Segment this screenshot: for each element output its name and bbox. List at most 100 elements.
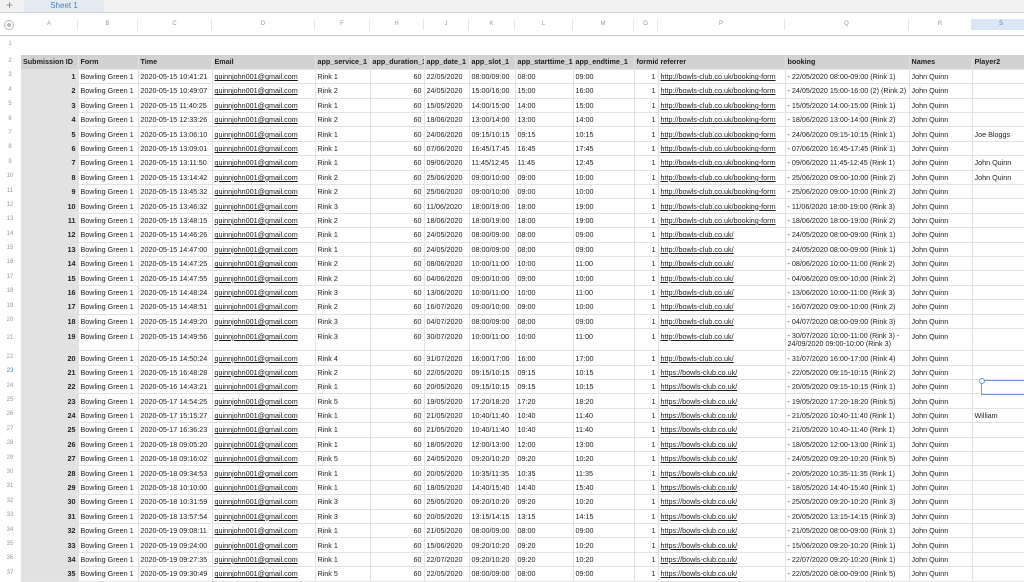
booking-cell[interactable]: - 22/07/2020 09:20-10:20 (Rink 1): [785, 552, 910, 568]
time-cell[interactable]: 2020-05-15 14:49:20: [138, 314, 213, 329]
end-time-cell[interactable]: 17:00: [573, 350, 635, 366]
service-cell[interactable]: Rink 1: [315, 98, 371, 114]
time-cell[interactable]: 2020-05-19 09:30:49: [138, 566, 213, 582]
formid-cell[interactable]: 1: [634, 328, 659, 352]
start-time-cell[interactable]: 08:00: [515, 227, 574, 243]
player2-cell[interactable]: [972, 112, 1024, 128]
time-cell[interactable]: 2020-05-19 09:27:35: [138, 552, 213, 568]
formid-cell[interactable]: 1: [634, 184, 659, 200]
form-cell[interactable]: Bowling Green 1: [78, 393, 139, 409]
service-cell[interactable]: Rink 1: [315, 422, 371, 438]
column-header-cell[interactable]: referrer: [658, 55, 786, 70]
email-cell[interactable]: quinnjohn001@gmail.com: [212, 465, 316, 481]
slot-cell[interactable]: 09:00/10:00: [469, 270, 516, 286]
formid-cell[interactable]: 1: [634, 365, 659, 381]
duration-cell[interactable]: 60: [370, 465, 425, 481]
submission-id-cell[interactable]: 9: [21, 184, 79, 200]
submission-id-cell[interactable]: 30: [21, 494, 79, 510]
form-cell[interactable]: Bowling Green 1: [78, 213, 139, 229]
referrer-cell[interactable]: http://bowls-club.co.uk/booking-form: [658, 69, 786, 85]
start-time-cell[interactable]: 10:00: [515, 256, 574, 272]
names-cell[interactable]: John Quinn: [909, 126, 973, 142]
date-cell[interactable]: 15/06/2020: [424, 537, 470, 553]
player2-cell[interactable]: [972, 83, 1024, 99]
row-number[interactable]: 17: [0, 274, 20, 280]
formid-cell[interactable]: 1: [634, 213, 659, 229]
duration-cell[interactable]: 60: [370, 422, 425, 438]
end-time-cell[interactable]: 10:20: [573, 451, 635, 467]
duration-cell[interactable]: 60: [370, 256, 425, 272]
names-cell[interactable]: John Quinn: [909, 198, 973, 214]
time-cell[interactable]: 2020-05-19 09:08:11: [138, 523, 213, 539]
start-time-cell[interactable]: 18:00: [515, 213, 574, 229]
form-cell[interactable]: Bowling Green 1: [78, 552, 139, 568]
service-cell[interactable]: Rink 5: [315, 393, 371, 409]
date-cell[interactable]: 20/05/2020: [424, 509, 470, 525]
slot-cell[interactable]: 16:00/17:00: [469, 350, 516, 366]
formid-cell[interactable]: 1: [634, 98, 659, 114]
names-cell[interactable]: John Quinn: [909, 465, 973, 481]
start-time-cell[interactable]: 09:00: [515, 184, 574, 200]
referrer-cell[interactable]: http://bowls-club.co.uk/: [658, 227, 786, 243]
formid-cell[interactable]: 1: [634, 350, 659, 366]
formid-cell[interactable]: 1: [634, 270, 659, 286]
booking-cell[interactable]: - 11/06/2020 18:00-19:00 (Rink 3): [785, 198, 910, 214]
referrer-cell[interactable]: http://bowls-club.co.uk/: [658, 270, 786, 286]
names-cell[interactable]: John Quinn: [909, 314, 973, 329]
booking-cell[interactable]: - 24/05/2020 15:00-16:00 (2) (Rink 2): [785, 83, 910, 99]
service-cell[interactable]: Rink 3: [315, 494, 371, 510]
end-time-cell[interactable]: 11:00: [573, 256, 635, 272]
booking-cell[interactable]: - 25/06/2020 09:00-10:00 (Rink 2): [785, 170, 910, 186]
end-time-cell[interactable]: 11:40: [573, 422, 635, 438]
referrer-cell[interactable]: http://bowls-club.co.uk/booking-form: [658, 141, 786, 157]
names-cell[interactable]: John Quinn: [909, 227, 973, 243]
email-cell[interactable]: quinnjohn001@gmail.com: [212, 256, 316, 272]
start-time-cell[interactable]: 10:00: [515, 285, 574, 301]
service-cell[interactable]: Rink 1: [315, 552, 371, 568]
time-cell[interactable]: 2020-05-15 10:41:21: [138, 69, 213, 85]
end-time-cell[interactable]: 11:00: [573, 285, 635, 301]
service-cell[interactable]: Rink 1: [315, 523, 371, 539]
row-number[interactable]: 6: [0, 116, 20, 122]
end-time-cell[interactable]: 19:00: [573, 213, 635, 229]
row-number[interactable]: 15: [0, 245, 20, 251]
submission-id-cell[interactable]: 20: [21, 350, 79, 366]
submission-id-cell[interactable]: 33: [21, 537, 79, 553]
player2-cell[interactable]: [972, 242, 1024, 257]
form-cell[interactable]: Bowling Green 1: [78, 141, 139, 157]
time-cell[interactable]: 2020-05-18 09:05:20: [138, 437, 213, 453]
email-cell[interactable]: quinnjohn001@gmail.com: [212, 170, 316, 186]
booking-cell[interactable]: - 21/05/2020 10:40-11:40 (Rink 1): [785, 408, 910, 424]
slot-cell[interactable]: 10:40/11:40: [469, 422, 516, 438]
slot-cell[interactable]: 09:15/10:15: [469, 126, 516, 142]
row-number[interactable]: 25: [0, 397, 20, 403]
row-number[interactable]: 2: [0, 58, 20, 64]
names-cell[interactable]: John Quinn: [909, 83, 973, 99]
end-time-cell[interactable]: 16:00: [573, 83, 635, 99]
column-header-cell[interactable]: formid: [634, 55, 659, 70]
column-header-cell[interactable]: app_starttime_1: [515, 55, 574, 70]
form-cell[interactable]: Bowling Green 1: [78, 437, 139, 453]
submission-id-cell[interactable]: 22: [21, 379, 79, 395]
names-cell[interactable]: John Quinn: [909, 299, 973, 315]
column-header-cell[interactable]: app_service_1: [315, 55, 371, 70]
booking-cell[interactable]: - 24/05/2020 08:00-09:00 (Rink 1): [785, 242, 910, 257]
time-cell[interactable]: 2020-05-17 15:15:27: [138, 408, 213, 424]
column-header-cell[interactable]: app_endtime_1: [573, 55, 635, 70]
row-number[interactable]: 12: [0, 202, 20, 208]
email-cell[interactable]: quinnjohn001@gmail.com: [212, 285, 316, 301]
duration-cell[interactable]: 60: [370, 328, 425, 352]
player2-cell[interactable]: [972, 213, 1024, 229]
time-cell[interactable]: 2020-05-15 14:47:25: [138, 256, 213, 272]
duration-cell[interactable]: 60: [370, 299, 425, 315]
end-time-cell[interactable]: 17:45: [573, 141, 635, 157]
duration-cell[interactable]: 60: [370, 494, 425, 510]
names-cell[interactable]: John Quinn: [909, 170, 973, 186]
time-cell[interactable]: 2020-05-17 14:54:25: [138, 393, 213, 409]
service-cell[interactable]: Rink 3: [315, 198, 371, 214]
duration-cell[interactable]: 60: [370, 155, 425, 171]
date-cell[interactable]: 11/06/2020: [424, 198, 470, 214]
time-cell[interactable]: 2020-05-15 13:14:42: [138, 170, 213, 186]
email-cell[interactable]: quinnjohn001@gmail.com: [212, 552, 316, 568]
formid-cell[interactable]: 1: [634, 465, 659, 481]
